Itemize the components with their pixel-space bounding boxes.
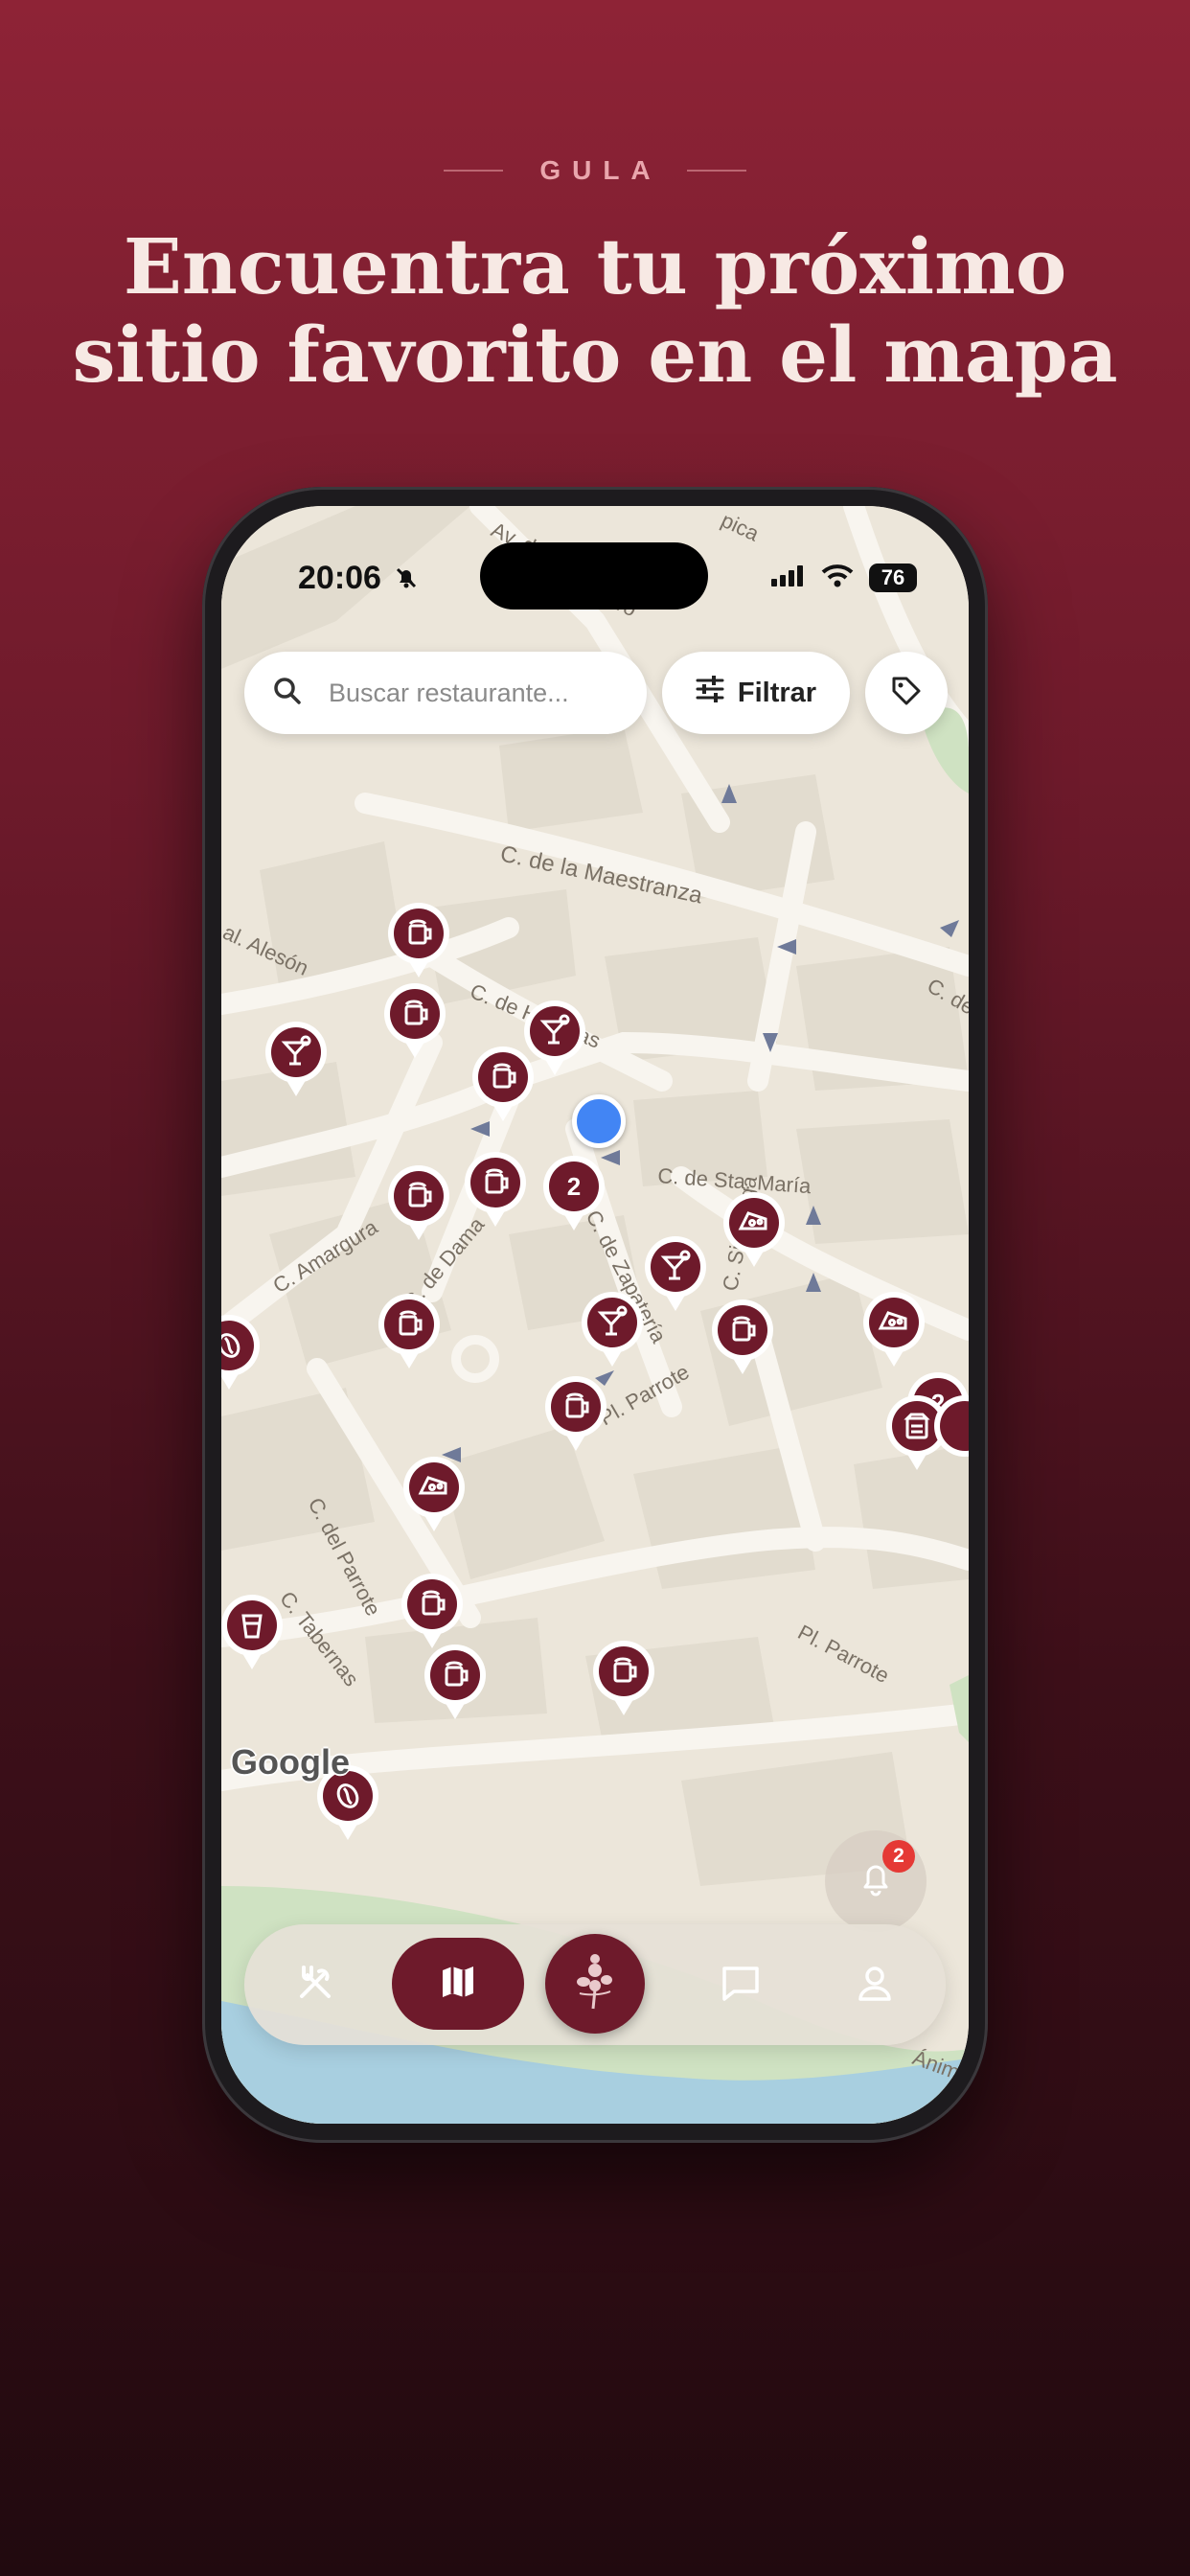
battery-indicator: 76	[869, 564, 917, 592]
tab-map[interactable]	[392, 1938, 524, 2030]
person-icon	[856, 1964, 894, 2007]
map-pin-bar[interactable]	[384, 1163, 453, 1248]
cluster-count: 2	[567, 1172, 581, 1201]
map-pin-bar[interactable]	[469, 1045, 538, 1129]
sliders-icon	[696, 676, 724, 710]
chat-icon	[720, 1964, 762, 2007]
map-pin-drink[interactable]	[221, 1593, 286, 1677]
brand-header: GULA	[0, 153, 1190, 188]
user-location-dot	[572, 1094, 626, 1148]
search-icon	[273, 677, 302, 710]
map-pin-cocktail[interactable]	[578, 1290, 647, 1374]
tab-profile[interactable]	[817, 1924, 932, 2045]
google-attribution: Google	[231, 1742, 350, 1782]
status-time: 20:06	[298, 560, 381, 596]
phone-screen: Av. d ndero pica C. de la Maestranza C. …	[221, 506, 969, 2124]
map-pin-bar[interactable]	[380, 981, 449, 1066]
map-pin-bar[interactable]	[708, 1298, 777, 1382]
map-pin-bar[interactable]	[589, 1639, 658, 1723]
dynamic-island	[480, 542, 708, 610]
map-pin-cheese[interactable]	[859, 1290, 928, 1374]
fork-knife-icon	[294, 1962, 336, 2009]
divider-right	[686, 170, 746, 172]
map-pin-coffee[interactable]	[221, 1313, 263, 1397]
search-input[interactable]	[327, 677, 628, 709]
headline: Encuentra tu próximo sitio favorito en e…	[0, 222, 1190, 399]
map-pin-bar[interactable]	[421, 1643, 490, 1727]
tab-home[interactable]	[545, 1934, 645, 2034]
notifications-button[interactable]: 2	[825, 1830, 927, 1932]
phone-frame: Av. d ndero pica C. de la Maestranza C. …	[202, 487, 988, 2143]
map-pin-cheese[interactable]	[400, 1455, 469, 1539]
divider-left	[444, 170, 504, 172]
search-bar[interactable]	[244, 652, 647, 734]
map-icon	[439, 1963, 477, 2006]
map-pin-cocktail[interactable]	[262, 1020, 331, 1104]
filter-label: Filtrar	[737, 677, 817, 708]
map-pin-bar[interactable]	[384, 901, 453, 985]
map-cluster[interactable]: 2	[539, 1154, 608, 1238]
headline-line-1: Encuentra tu próximo	[123, 221, 1067, 311]
map-pin-cheese[interactable]	[720, 1190, 789, 1275]
map-pin-bar[interactable]	[375, 1292, 444, 1376]
silent-mode-icon	[394, 565, 419, 595]
map-pin-partial[interactable]	[930, 1393, 969, 1478]
cellular-signal-icon	[771, 564, 806, 591]
tab-restaurants[interactable]	[258, 1924, 373, 2045]
gula-logo-icon	[568, 1951, 622, 2017]
map-pin-cocktail[interactable]	[641, 1234, 710, 1319]
headline-line-2: sitio favorito en el mapa	[72, 310, 1118, 400]
filter-button[interactable]: Filtrar	[662, 652, 850, 734]
map-pin-bar[interactable]	[461, 1150, 530, 1234]
tab-chat[interactable]	[683, 1924, 798, 2045]
brand-name: GULA	[539, 155, 662, 185]
tag-button[interactable]	[865, 652, 948, 734]
bottom-tab-bar	[244, 1924, 946, 2045]
tag-icon	[890, 675, 923, 712]
wifi-icon	[821, 564, 854, 592]
map-pin-bar[interactable]	[541, 1374, 610, 1459]
status-indicators: 76	[771, 564, 917, 592]
notification-badge: 2	[882, 1840, 915, 1873]
